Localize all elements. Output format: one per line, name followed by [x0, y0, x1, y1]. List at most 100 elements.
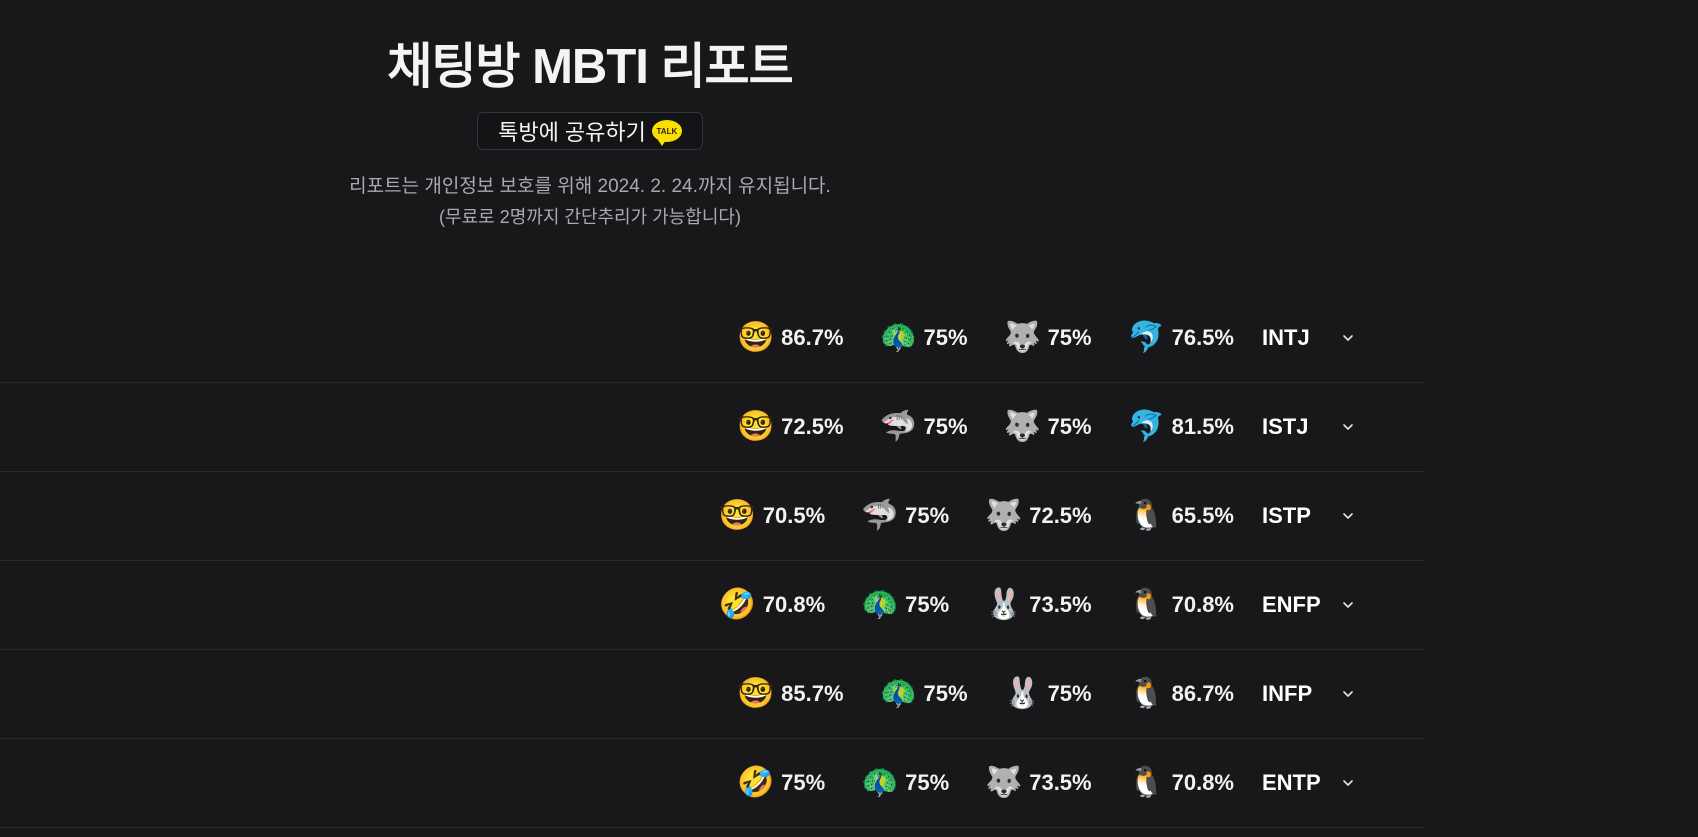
trait-cell: 🦚 75%	[861, 766, 949, 800]
chevron-down-icon[interactable]	[1336, 415, 1360, 439]
trait-percentage: 70.8%	[762, 592, 826, 617]
mbti-result-row[interactable]: 🤣 75% 🦚 75% 🐺 73.5% 🐧 70.8% ENTP	[0, 739, 1424, 828]
trait-percentage: 75%	[905, 592, 950, 617]
trait-cell: 🦚 75%	[880, 677, 968, 711]
mbti-type: ISTP	[1262, 503, 1311, 528]
trait-cell: 🐧 70.8%	[1128, 588, 1234, 622]
page-title: 채팅방 MBTI 리포트	[387, 40, 793, 94]
wolf-icon: 🐺	[1003, 410, 1041, 443]
mbti-result-row[interactable]: 🤓 86.7% 🦚 75% 🐺 75% 🐬 76.5% INTJ	[0, 294, 1424, 383]
trait-percentage: 70.8%	[1171, 592, 1234, 617]
mbti-result-row[interactable]: 🤓 72.5% 🦈 75% 🐺 75% 🐬 81.5% ISTJ	[0, 383, 1424, 472]
trait-percentage: 65.5%	[1171, 503, 1234, 528]
trait-percentage: 75%	[781, 770, 826, 795]
notice-line-2: (무료로 2명까지 간단추리가 가능합니다)	[439, 207, 741, 227]
penguin-icon: 🐧	[1127, 766, 1165, 799]
trait-percentage: 72.5%	[1029, 503, 1092, 528]
chevron-down-icon[interactable]	[1336, 504, 1360, 528]
rabbit-icon: 🐰	[1003, 677, 1041, 710]
mbti-result-row[interactable]: 🤣 70.8% 🦚 75% 🐰 73.5% 🐧 70.8% ENFP	[0, 561, 1424, 650]
trait-cell: 🐬 76.5%	[1128, 321, 1234, 355]
trait-cell: 🐬 81.5%	[1128, 410, 1234, 444]
row-content: 🤣 75% 🦚 75% 🐺 73.5% 🐧 70.8% ENTP	[737, 739, 1360, 827]
trait-cell: 🐺 75%	[1004, 321, 1092, 355]
trait-percentage: 70.5%	[762, 503, 826, 528]
row-content: 🤓 85.7% 🦚 75% 🐰 75% 🐧 86.7% INFP	[737, 650, 1360, 738]
trait-percentage: 76.5%	[1171, 325, 1234, 350]
trait-cell: 🐧 70.8%	[1128, 766, 1234, 800]
trait-cell: 🐺 72.5%	[985, 499, 1091, 533]
trait-cell: 🤣 70.8%	[719, 588, 825, 622]
mbti-result-row[interactable]: 🤓 85.7% 🦚 75% 🐰 75% 🐧 86.7% INFP	[0, 650, 1424, 739]
share-to-chat-button[interactable]: 톡방에 공유하기 TALK	[477, 112, 703, 150]
chevron-down-icon[interactable]	[1336, 593, 1360, 617]
trait-percentage: 75%	[923, 681, 968, 706]
notice-line-1: 리포트는 개인정보 보호를 위해 2024. 2. 24.까지 유지됩니다.	[349, 176, 831, 197]
peacock-icon: 🦚	[879, 321, 917, 354]
trait-cell: 🐰 73.5%	[985, 588, 1091, 622]
trait-cell: 🤓 86.7%	[737, 321, 843, 355]
shark-icon: 🦈	[879, 410, 917, 443]
share-button-label: 톡방에 공유하기	[498, 120, 646, 145]
trait-cell: 🦚 75%	[861, 588, 949, 622]
mbti-type: INFP	[1262, 681, 1313, 706]
wolf-icon: 🐺	[985, 766, 1023, 799]
nerd-face-icon: 🤓	[737, 321, 775, 354]
trait-cell: 🐧 86.7%	[1128, 677, 1234, 711]
trait-percentage: 73.5%	[1029, 592, 1092, 617]
wolf-icon: 🐺	[985, 499, 1023, 532]
trait-cell: 🤓 70.5%	[719, 499, 825, 533]
peacock-icon: 🦚	[861, 588, 899, 621]
mbti-type: ENFP	[1262, 592, 1321, 617]
trait-percentage: 70.8%	[1171, 770, 1234, 795]
trait-percentage: 73.5%	[1029, 770, 1092, 795]
kakaotalk-icon: TALK	[651, 120, 682, 146]
row-content: 🤓 86.7% 🦚 75% 🐺 75% 🐬 76.5% INTJ	[737, 294, 1360, 382]
chevron-down-icon[interactable]	[1336, 771, 1360, 795]
chevron-down-icon[interactable]	[1336, 326, 1360, 350]
trait-percentage: 75%	[905, 503, 950, 528]
trait-percentage: 86.7%	[781, 325, 844, 350]
trait-percentage: 75%	[923, 414, 968, 439]
mbti-type: INTJ	[1262, 325, 1310, 350]
rolling-laugh-icon: 🤣	[737, 766, 775, 799]
row-content: 🤓 70.5% 🦈 75% 🐺 72.5% 🐧 65.5% ISTP	[719, 472, 1360, 560]
nerd-face-icon: 🤓	[737, 410, 775, 443]
penguin-icon: 🐧	[1127, 677, 1165, 710]
penguin-icon: 🐧	[1127, 588, 1165, 621]
trait-percentage: 72.5%	[781, 414, 844, 439]
trait-cell: 🐺 73.5%	[985, 766, 1091, 800]
trait-percentage: 85.7%	[781, 681, 844, 706]
trait-percentage: 75%	[923, 325, 968, 350]
row-content: 🤓 72.5% 🦈 75% 🐺 75% 🐬 81.5% ISTJ	[737, 383, 1360, 471]
mbti-result-list: 🤓 86.7% 🦚 75% 🐺 75% 🐬 76.5% INTJ 🤓 72.5% 🦈 75% 🐺 75% 🐬 8…	[0, 294, 1424, 828]
mbti-result-row[interactable]: 🤓 70.5% 🦈 75% 🐺 72.5% 🐧 65.5% ISTP	[0, 472, 1424, 561]
trait-percentage: 75%	[1047, 414, 1092, 439]
trait-cell: 🐰 75%	[1004, 677, 1092, 711]
trait-cell: 🤓 85.7%	[737, 677, 843, 711]
nerd-face-icon: 🤓	[737, 677, 775, 710]
trait-cell: 🤣 75%	[737, 766, 825, 800]
trait-cell: 🦈 75%	[880, 410, 968, 444]
row-content: 🤣 70.8% 🦚 75% 🐰 73.5% 🐧 70.8% ENFP	[719, 561, 1360, 649]
retention-notice: 리포트는 개인정보 보호를 위해 2024. 2. 24.까지 유지됩니다. (…	[290, 172, 890, 232]
page: 채팅방 MBTI 리포트 톡방에 공유하기 TALK 리포트는 개인정보 보호를…	[0, 0, 1698, 837]
trait-cell: 🐺 75%	[1004, 410, 1092, 444]
trait-percentage: 81.5%	[1171, 414, 1234, 439]
trait-percentage: 75%	[1047, 681, 1092, 706]
shark-icon: 🦈	[861, 499, 899, 532]
mbti-type: ISTJ	[1262, 414, 1309, 439]
nerd-face-icon: 🤓	[718, 499, 757, 532]
rolling-laugh-icon: 🤣	[718, 588, 757, 621]
report-header: 채팅방 MBTI 리포트 톡방에 공유하기 TALK 리포트는 개인정보 보호를…	[290, 38, 890, 232]
dolphin-icon: 🐬	[1127, 321, 1165, 354]
trait-cell: 🦈 75%	[861, 499, 949, 533]
trait-cell: 🐧 65.5%	[1128, 499, 1234, 533]
trait-percentage: 86.7%	[1171, 681, 1234, 706]
chevron-down-icon[interactable]	[1336, 682, 1360, 706]
dolphin-icon: 🐬	[1127, 410, 1165, 443]
peacock-icon: 🦚	[879, 677, 917, 710]
trait-cell: 🤓 72.5%	[737, 410, 843, 444]
trait-percentage: 75%	[905, 770, 950, 795]
trait-percentage: 75%	[1047, 325, 1092, 350]
